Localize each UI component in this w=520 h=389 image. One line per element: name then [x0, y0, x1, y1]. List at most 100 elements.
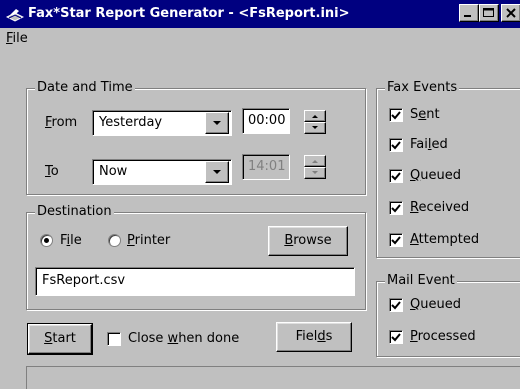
fields-accel: d: [317, 329, 326, 344]
menu-file-label: ile: [12, 31, 28, 46]
received-post: eceived: [418, 200, 470, 215]
close-when-done-label[interactable]: Close when done: [128, 331, 239, 346]
output-path-input[interactable]: FsReport.csv: [35, 267, 355, 296]
to-dropdown-button[interactable]: [205, 161, 229, 183]
close-icon: [506, 8, 516, 18]
menu-file[interactable]: File: [6, 31, 28, 46]
attempted-post: ttempted: [418, 232, 480, 247]
close-when-done-accel: w: [167, 331, 179, 346]
check-mark-icon: [391, 141, 401, 150]
spin-up-icon: [312, 160, 318, 163]
fields-post: s: [325, 329, 333, 344]
window-title: Fax*Star Report Generator - <FsReport.in…: [28, 6, 350, 21]
to-label-text: o: [50, 164, 59, 179]
received-label[interactable]: Received: [410, 200, 469, 215]
mail-queued-label[interactable]: Queued: [410, 297, 461, 312]
close-when-done-checkbox[interactable]: [107, 332, 121, 346]
spin-down-icon: [312, 126, 318, 129]
fax-queued-accel: Q: [410, 168, 421, 183]
mail-event-group-label: Mail Event: [385, 273, 457, 288]
check-mark-icon: [391, 111, 401, 120]
attempted-accel: A: [410, 232, 419, 247]
mail-queued-post: ueued: [420, 297, 461, 312]
start-button[interactable]: Start: [27, 323, 93, 355]
output-path-value: FsReport.csv: [42, 273, 126, 288]
to-time-value: 14:01: [248, 159, 286, 174]
browse-label: rowse: [293, 233, 332, 248]
attempted-checkbox[interactable]: [389, 233, 403, 247]
file-radio-post: le: [70, 233, 82, 248]
from-dropdown-button[interactable]: [205, 112, 229, 134]
minimize-icon: [464, 15, 471, 17]
browse-button[interactable]: Browse: [268, 226, 348, 256]
maximize-icon: [483, 8, 494, 17]
spin-up-icon: [312, 115, 318, 118]
chevron-down-icon: [213, 121, 221, 125]
maximize-button[interactable]: [479, 4, 499, 22]
from-time-up-button[interactable]: [304, 110, 326, 122]
chevron-down-icon: [213, 170, 221, 174]
fax-events-group-label: Fax Events: [385, 80, 460, 95]
processed-post: rocessed: [417, 329, 476, 344]
file-radio[interactable]: [40, 234, 53, 247]
report-generator-window: Fax*Star Report Generator - <FsReport.in…: [0, 0, 520, 389]
destination-group-label: Destination: [35, 204, 114, 219]
to-time-up-button[interactable]: [304, 155, 326, 167]
date-time-group-label: Date and Time: [35, 80, 135, 95]
fields-pre: Fiel: [295, 329, 318, 344]
status-bar: [26, 366, 520, 389]
from-combobox-value: Yesterday: [99, 115, 163, 130]
fax-queued-checkbox[interactable]: [389, 169, 403, 183]
printer-radio-accel: P: [127, 233, 135, 248]
file-radio-label[interactable]: File: [60, 233, 82, 248]
processed-checkbox[interactable]: [389, 330, 403, 344]
failed-label[interactable]: Failed: [410, 137, 448, 152]
fax-machine-icon: [6, 9, 24, 22]
minimize-button[interactable]: [459, 4, 479, 22]
sent-post: nt: [426, 107, 440, 122]
fields-button[interactable]: Fields: [276, 322, 352, 352]
to-label: To: [45, 164, 59, 179]
mail-queued-accel: Q: [410, 297, 421, 312]
printer-radio-text: rinter: [134, 233, 171, 248]
check-mark-icon: [391, 236, 401, 245]
from-combobox[interactable]: Yesterday: [92, 110, 232, 136]
received-checkbox[interactable]: [389, 201, 403, 215]
processed-label[interactable]: Processed: [410, 329, 476, 344]
from-label: From: [45, 115, 77, 130]
close-when-done-post: hen done: [178, 331, 240, 346]
title-bar[interactable]: Fax*Star Report Generator - <FsReport.in…: [0, 0, 520, 28]
check-mark-icon: [391, 301, 401, 310]
start-label: tart: [52, 331, 76, 346]
attempted-label[interactable]: Attempted: [410, 232, 479, 247]
printer-radio-label[interactable]: Printer: [127, 233, 170, 248]
to-combobox[interactable]: Now: [92, 159, 232, 185]
sent-label[interactable]: Sent: [410, 107, 440, 122]
from-time-down-button[interactable]: [304, 122, 326, 134]
spin-down-icon: [312, 171, 318, 174]
failed-checkbox[interactable]: [389, 138, 403, 152]
from-label-text: rom: [51, 115, 78, 130]
sent-checkbox[interactable]: [389, 108, 403, 122]
to-combobox-value: Now: [99, 164, 128, 179]
from-time-value: 00:00: [248, 113, 286, 128]
check-mark-icon: [391, 204, 401, 213]
menu-bar: File: [0, 28, 520, 50]
close-button[interactable]: [501, 4, 520, 22]
mail-event-group: Mail Event: [376, 273, 520, 357]
failed-pre: Fai: [410, 137, 428, 152]
check-mark-icon: [391, 333, 401, 342]
check-mark-icon: [391, 172, 401, 181]
browse-accel: B: [284, 233, 294, 248]
to-time-down-button[interactable]: [304, 167, 326, 179]
printer-radio[interactable]: [108, 234, 121, 247]
fax-queued-post: ueued: [420, 168, 461, 183]
mail-queued-checkbox[interactable]: [389, 298, 403, 312]
processed-accel: P: [410, 329, 418, 344]
failed-post: ed: [431, 137, 448, 152]
from-time-field[interactable]: 00:00: [242, 108, 290, 134]
to-time-field[interactable]: 14:01: [242, 154, 290, 180]
radio-selected-dot: [44, 238, 49, 243]
fax-queued-label[interactable]: Queued: [410, 168, 461, 183]
close-when-done-pre: Close: [128, 331, 168, 346]
